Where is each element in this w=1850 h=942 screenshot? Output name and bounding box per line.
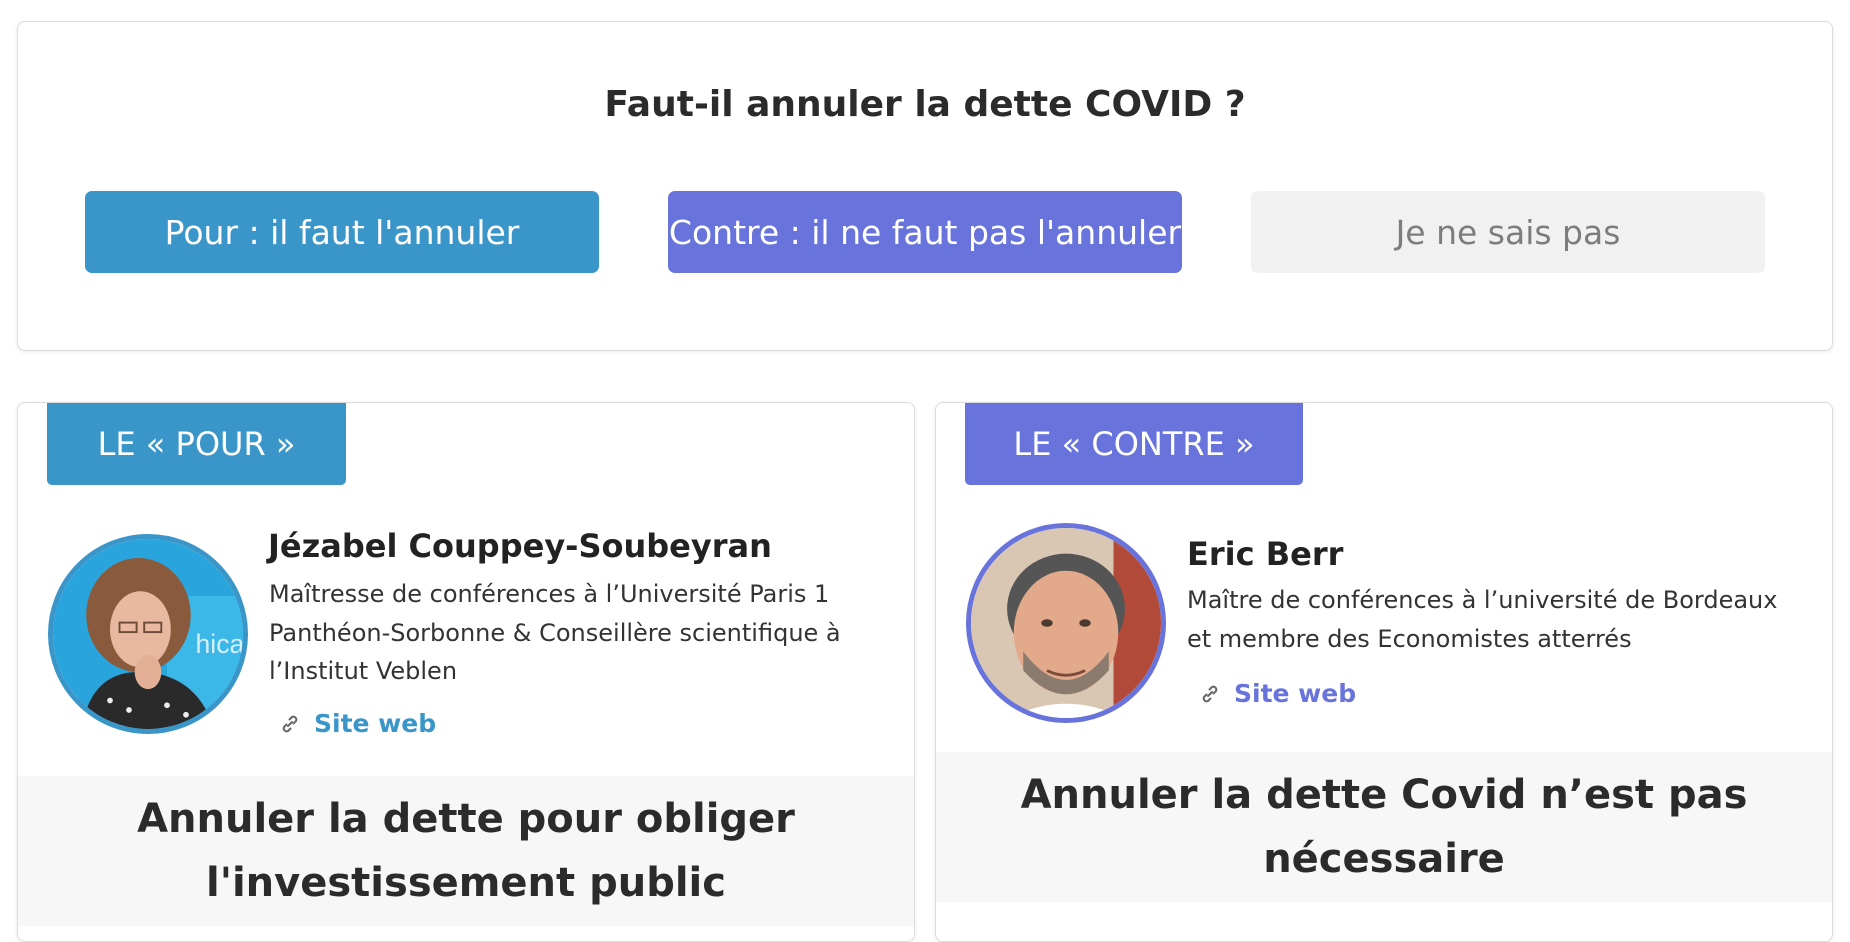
contre-article-title[interactable]: Annuler la dette Covid n’est pas nécessa… xyxy=(936,752,1832,902)
contre-website-link[interactable]: Site web xyxy=(1198,679,1356,708)
pour-website-link[interactable]: Site web xyxy=(278,709,436,738)
pour-author-avatar: hica xyxy=(48,534,248,734)
avatar-image xyxy=(971,528,1161,718)
contre-author-name: Eric Berr xyxy=(1187,535,1344,573)
pour-panel: LE « POUR » hica Jézabel Couppey-Soubeyr… xyxy=(17,402,915,942)
poll-card: Faut-il annuler la dette COVID ? Pour : … xyxy=(17,21,1833,351)
link-icon xyxy=(278,712,302,736)
contre-website-label: Site web xyxy=(1234,679,1357,708)
contre-article-title-text: Annuler la dette Covid n’est pas nécessa… xyxy=(1020,772,1748,882)
pour-article-title[interactable]: Annuler la dette pour obliger l'investis… xyxy=(18,776,914,926)
pour-article-title-text: Annuler la dette pour obliger l'investis… xyxy=(137,796,795,906)
pour-website-label: Site web xyxy=(314,709,437,738)
svg-text:hica: hica xyxy=(196,629,244,659)
poll-question: Faut-il annuler la dette COVID ? xyxy=(604,84,1246,125)
pour-author-description: Maîtresse de conférences à l’Université … xyxy=(269,580,841,685)
vote-pour-button[interactable]: Pour : il faut l'annuler xyxy=(85,191,599,273)
vote-dont-know-button[interactable]: Je ne sais pas xyxy=(1251,191,1765,273)
pour-author-name: Jézabel Couppey-Soubeyran xyxy=(268,527,772,565)
contre-tab-label: LE « CONTRE » xyxy=(965,403,1303,485)
contre-panel: LE « CONTRE » Eric Berr Maître de confér… xyxy=(935,402,1833,942)
vote-contre-button[interactable]: Contre : il ne faut pas l'annuler xyxy=(668,191,1182,273)
contre-author-description: Maître de conférences à l’université de … xyxy=(1187,586,1778,653)
pour-tab-label: LE « POUR » xyxy=(47,403,346,485)
contre-author-avatar xyxy=(966,523,1166,723)
link-icon xyxy=(1198,682,1222,706)
avatar-image: hica xyxy=(53,539,243,729)
